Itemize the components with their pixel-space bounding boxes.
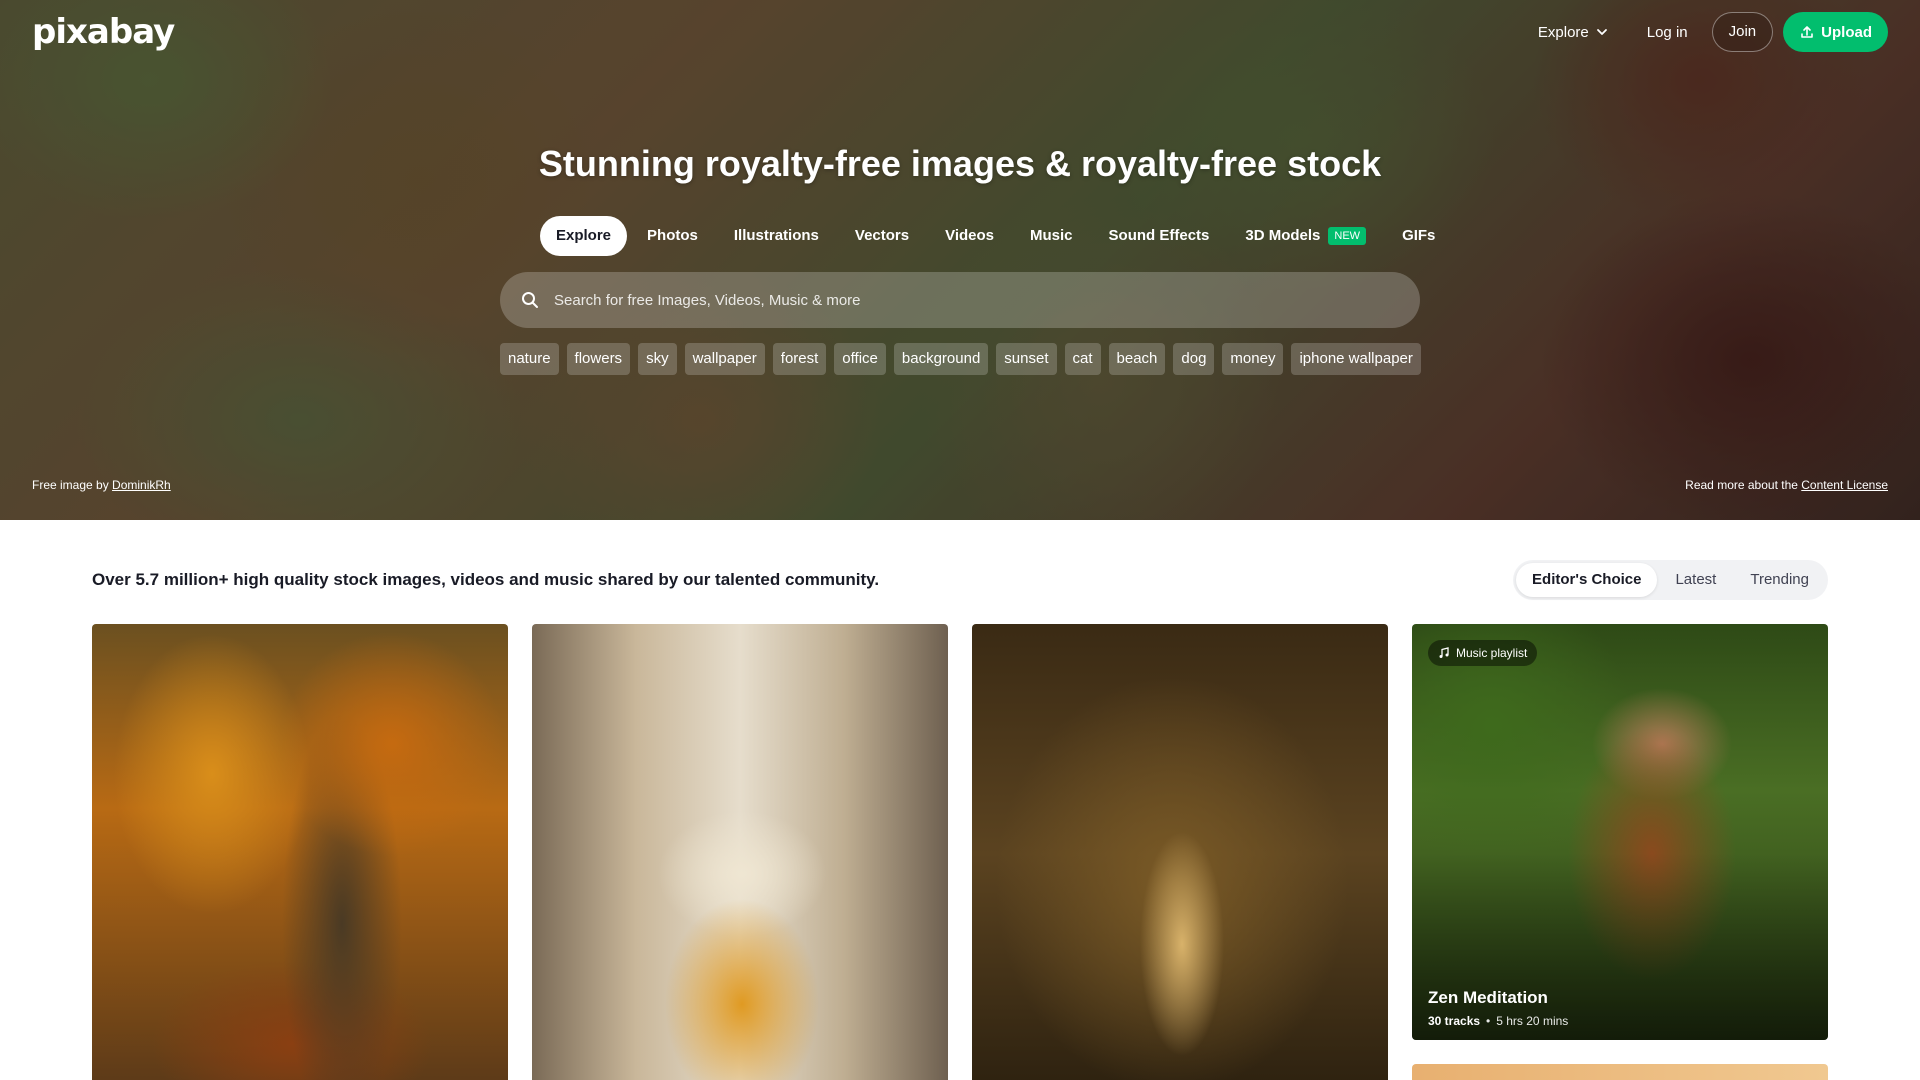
music-note-icon (1439, 647, 1449, 658)
tab-label: 3D Models (1245, 227, 1321, 244)
pixabay-logo[interactable]: pixabay (32, 12, 175, 52)
tab-sound-effects[interactable]: Sound Effects (1093, 216, 1226, 256)
tab-videos[interactable]: Videos (929, 216, 1010, 256)
playlist-title: Zen Meditation (1428, 988, 1548, 1007)
search-chip-beach[interactable]: beach (1108, 343, 1166, 375)
media-type-tabs: Explore Photos Illustrations Vectors Videos M… (540, 216, 1451, 256)
search-chip-background[interactable]: background (893, 343, 989, 375)
search-chip-flowers[interactable]: flowers (566, 343, 631, 375)
search-chip-money[interactable]: money (1222, 343, 1284, 375)
tab-label: Videos (945, 227, 995, 244)
join-button[interactable]: Join (1711, 12, 1774, 52)
tab-music[interactable]: Music (1014, 216, 1089, 256)
explore-menu-button[interactable]: Explore (1524, 14, 1623, 51)
tab-vectors[interactable]: Vectors (839, 216, 925, 256)
hero-title: Stunning royalty-free images & royalty-f… (538, 143, 1382, 184)
license-prefix: Read more about the (1685, 478, 1798, 492)
hero-section: pixabay Explore Log in Join Upload Stunn… (0, 0, 1920, 520)
tab-label: Photos (647, 227, 698, 244)
hero-background-image (0, 0, 1920, 520)
tab-3d-models[interactable]: 3D Models NEW (1229, 216, 1382, 256)
credit-author-link[interactable]: DominikRh (112, 478, 171, 492)
image-grid: Music playlist Zen Meditation 30 tracks … (92, 624, 1828, 1080)
search-icon[interactable] (520, 290, 540, 310)
playlist-card-zen-meditation[interactable]: Music playlist Zen Meditation 30 tracks … (1412, 624, 1828, 1040)
credit-prefix: Free image by (32, 478, 109, 492)
playlist-track-count: 30 tracks (1428, 1014, 1481, 1028)
search-chip-wallpaper[interactable]: wallpaper (684, 343, 765, 375)
search-chip-forest[interactable]: forest (772, 343, 827, 375)
image-card-autumn-forest[interactable] (92, 624, 508, 1080)
license-note: Read more about the Content License (1685, 478, 1888, 492)
search-chip-office[interactable]: office (834, 343, 886, 375)
playlist-badge-label: Music playlist (1456, 646, 1528, 660)
tab-label: Sound Effects (1108, 227, 1210, 244)
upload-button[interactable]: Upload (1783, 12, 1888, 52)
tab-illustrations[interactable]: Illustrations (718, 216, 835, 256)
login-link[interactable]: Log in (1633, 14, 1702, 51)
content-license-link[interactable]: Content License (1801, 478, 1888, 492)
suggested-searches: nature flowers sky wallpaper forest office bac… (500, 343, 1421, 375)
tab-photos[interactable]: Photos (631, 216, 714, 256)
filter-editor-s-choice[interactable]: Editor's Choice (1516, 563, 1658, 597)
image-card-lisbon-tram[interactable] (532, 624, 948, 1080)
upload-icon (1801, 26, 1813, 38)
filter-trending[interactable]: Trending (1734, 563, 1825, 597)
tab-label: Explore (556, 227, 612, 244)
card-gradient-overlay (1412, 624, 1828, 1040)
image-card-snail-on-grass[interactable] (972, 624, 1388, 1080)
new-badge: NEW (1328, 227, 1367, 245)
top-navigation: pixabay Explore Log in Join Upload (0, 0, 1920, 64)
tab-explore[interactable]: Explore (540, 216, 628, 256)
search-chip-sunset[interactable]: sunset (996, 343, 1057, 375)
tab-gifs[interactable]: GIFs (1386, 216, 1451, 256)
image-card-partial[interactable] (1412, 1064, 1828, 1080)
upload-label: Upload (1821, 23, 1872, 41)
search-chip-dog[interactable]: dog (1173, 343, 1215, 375)
tab-label: Illustrations (733, 227, 819, 244)
playlist-duration: 5 hrs 20 mins (1496, 1014, 1569, 1028)
search-chip-cat[interactable]: cat (1064, 343, 1101, 375)
explore-label: Explore (1537, 23, 1589, 41)
community-tagline: Over 5.7 million+ high quality stock ima… (92, 570, 880, 589)
tab-label: Vectors (854, 227, 910, 244)
filter-latest[interactable]: Latest (1659, 563, 1732, 597)
search-bar[interactable] (500, 272, 1420, 328)
meta-separator: • (1486, 1014, 1491, 1028)
search-chip-sky[interactable]: sky (638, 343, 677, 375)
nav-actions: Explore Log in Join Upload (1524, 12, 1888, 52)
tab-label: Music (1030, 227, 1073, 244)
search-chip-iphone-wallpaper[interactable]: iphone wallpaper (1291, 343, 1421, 375)
chevron-down-icon (1596, 29, 1607, 35)
search-input[interactable] (554, 291, 1374, 309)
sort-filter-toggle: Editor's Choice Latest Trending (1513, 560, 1828, 600)
image-credit: Free image by DominikRh (32, 478, 171, 492)
music-playlist-badge: Music playlist (1428, 640, 1538, 666)
playlist-meta: 30 tracks • 5 hrs 20 mins (1428, 1014, 1568, 1028)
tab-label: GIFs (1402, 227, 1436, 244)
search-chip-nature[interactable]: nature (500, 343, 559, 375)
